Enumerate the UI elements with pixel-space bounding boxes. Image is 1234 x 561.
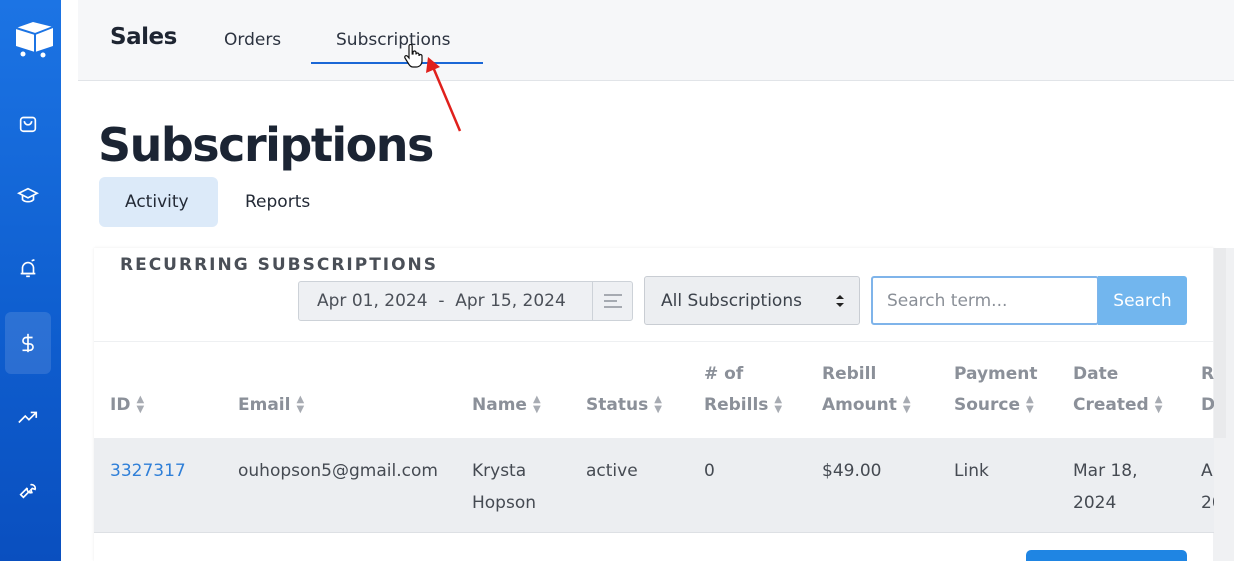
column-header-status[interactable]: Status ▲ ▼ (586, 390, 662, 421)
cell-name: Krysta Hopson (472, 461, 537, 513)
tab-activity[interactable]: Activity (99, 177, 218, 227)
top-navigation-bar: Sales Orders Subscriptions (78, 0, 1234, 81)
cell-status: active (586, 461, 638, 481)
scrollbar-thumb[interactable] (1214, 248, 1226, 438)
page-title: Subscriptions (98, 118, 434, 172)
menu-lines-icon (603, 294, 622, 308)
subscription-id-link[interactable]: 3327317 (110, 455, 186, 487)
app-logo-icon[interactable] (13, 18, 57, 58)
column-header-id[interactable]: ID ▲ ▼ (110, 390, 144, 421)
column-header-rebill-amount[interactable]: Rebill Amount ▲ ▼ (822, 359, 911, 421)
sidebar-item-courses[interactable] (5, 165, 51, 227)
cell-date-created: Mar 18, 2024 (1073, 461, 1138, 513)
section-title: Sales (110, 24, 177, 50)
action-button[interactable] (1026, 550, 1187, 561)
wrench-icon (19, 483, 37, 499)
dollar-icon (22, 333, 34, 353)
subscription-filter-select[interactable]: All Subscriptions (644, 276, 860, 325)
column-header-rebills[interactable]: # of Rebills ▲ ▼ (704, 359, 782, 421)
cell-amount: $49.00 (822, 461, 882, 481)
date-range-value: Apr 01, 2024 - Apr 15, 2024 (317, 291, 566, 311)
sort-icon: ▲ ▼ (774, 394, 783, 415)
tab-orders[interactable]: Orders (224, 30, 281, 50)
sidebar-item-analytics[interactable] (5, 386, 51, 448)
divider (94, 341, 1214, 342)
sort-caret-icon (836, 295, 844, 307)
sort-icon: ▲ ▼ (1154, 394, 1163, 415)
cell-email: ouhopson5@gmail.com (238, 461, 438, 481)
sidebar-item-settings[interactable] (5, 459, 51, 521)
sort-icon: ▲ ▼ (136, 394, 145, 415)
sidebar (0, 0, 61, 561)
search-input[interactable] (871, 276, 1099, 325)
tab-reports[interactable]: Reports (219, 177, 336, 227)
sort-icon: ▲ ▼ (532, 394, 541, 415)
column-header-payment-source[interactable]: Payment Source ▲ ▼ (954, 359, 1038, 421)
sidebar-item-notifications[interactable] (5, 238, 51, 300)
sidebar-item-sales[interactable] (5, 312, 51, 374)
column-header-name[interactable]: Name ▲ ▼ (472, 390, 541, 421)
subscription-filter-value: All Subscriptions (661, 291, 802, 311)
date-range-picker[interactable]: Apr 01, 2024 - Apr 15, 2024 (298, 281, 633, 321)
sort-icon: ▲ ▼ (296, 394, 305, 415)
cell-payment-source: Link (954, 461, 989, 481)
column-header-email[interactable]: Email ▲ ▼ (238, 390, 304, 421)
sort-icon: ▲ ▼ (902, 394, 911, 415)
cell-rebills: 0 (704, 461, 715, 481)
search-button[interactable]: Search (1098, 276, 1187, 325)
shopping-bag-icon (19, 116, 37, 133)
cell-rebill-date: Apr 202 (1201, 461, 1214, 513)
sidebar-item-products[interactable] (5, 92, 51, 154)
column-header-date-created[interactable]: Date Created ▲ ▼ (1073, 359, 1162, 421)
bell-icon (20, 259, 36, 278)
date-range-toggle[interactable] (592, 282, 632, 320)
trending-up-icon (18, 411, 38, 424)
column-header-rebill-date[interactable]: Reb Dat (1201, 359, 1214, 421)
tab-subscriptions[interactable]: Subscriptions (336, 30, 450, 50)
card-title: RECURRING SUBSCRIPTIONS (120, 255, 439, 275)
sort-icon: ▲ ▼ (654, 394, 662, 415)
sort-icon: ▲ ▼ (1026, 394, 1034, 415)
graduation-cap-icon (17, 187, 39, 203)
